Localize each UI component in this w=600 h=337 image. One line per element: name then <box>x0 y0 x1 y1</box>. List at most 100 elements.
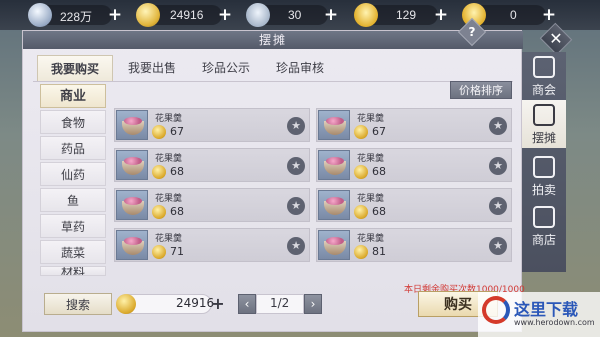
currency-value: 24916 <box>170 8 204 22</box>
item-name: 花果羹 <box>357 194 385 204</box>
close-icon[interactable]: ✕ <box>544 27 568 51</box>
item-price: 68 <box>372 165 386 178</box>
tab-treasure-public[interactable]: 珍品公示 <box>191 55 261 81</box>
add-money-button[interactable]: + <box>210 296 226 312</box>
side-item-label: 商店 <box>531 233 556 247</box>
item-price: 71 <box>170 245 184 258</box>
item-name: 花果羹 <box>155 194 183 204</box>
prev-page-button[interactable]: ‹ <box>238 294 256 314</box>
currency-gold: 24916 + <box>136 3 232 27</box>
item-name: 花果羹 <box>155 154 183 164</box>
gold-coin-icon <box>152 125 166 139</box>
add-gold-ingot-button[interactable]: + <box>432 6 450 24</box>
category-item[interactable]: 蔬菜 <box>40 240 106 264</box>
food-thumbnail <box>116 110 148 140</box>
list-item[interactable]: 花果羹 67 ★ <box>316 108 512 142</box>
list-item[interactable]: 花果羹 68 ★ <box>114 148 310 182</box>
money-value: 24916 <box>176 296 215 310</box>
item-name: 花果羹 <box>357 114 385 124</box>
watermark-url: www.herodown.com <box>514 318 595 327</box>
star-icon[interactable]: ★ <box>489 117 507 135</box>
currency-silver-ingot: 30 + <box>246 3 338 27</box>
item-price: 67 <box>170 125 184 138</box>
list-item[interactable]: 花果羹 68 ★ <box>114 188 310 222</box>
panel-title: 摆摊 <box>23 31 523 49</box>
gold-coin-icon <box>136 3 160 27</box>
category-header[interactable]: 商业 <box>40 84 106 108</box>
category-item[interactable]: 药品 <box>40 136 106 160</box>
list-item[interactable]: 花果羹 81 ★ <box>316 228 512 262</box>
category-item[interactable]: 材料 <box>40 266 106 276</box>
gold-coin-icon <box>152 245 166 259</box>
gold-coin-icon <box>354 125 368 139</box>
add-gold-ingot-small-button[interactable]: + <box>540 6 558 24</box>
side-item-label: 摆摊 <box>531 131 556 145</box>
star-icon[interactable]: ★ <box>287 237 305 255</box>
add-gold-button[interactable]: + <box>216 6 234 24</box>
currency-value: 0 <box>510 8 517 22</box>
currency-silver: 228万 + <box>28 3 122 27</box>
silver-coin-icon <box>28 3 52 27</box>
item-price: 68 <box>170 205 184 218</box>
item-name: 花果羹 <box>357 234 385 244</box>
category-item[interactable]: 仙药 <box>40 162 106 186</box>
category-item[interactable]: 鱼 <box>40 188 106 212</box>
gold-coin-icon <box>354 165 368 179</box>
help-icon[interactable]: ? <box>462 22 482 42</box>
item-name: 花果羹 <box>155 114 183 124</box>
page-number: 1/2 <box>270 296 290 310</box>
item-price: 68 <box>372 205 386 218</box>
food-thumbnail <box>116 230 148 260</box>
stall-icon <box>533 104 555 126</box>
add-silver-button[interactable]: + <box>106 6 124 24</box>
search-button[interactable]: 搜索 <box>44 293 112 315</box>
gold-coin-icon <box>152 165 166 179</box>
watermark-logo-icon <box>482 296 510 324</box>
gold-coin-icon <box>354 245 368 259</box>
currency-value: 30 <box>288 8 302 22</box>
tab-divider <box>33 81 513 82</box>
currency-value: 228万 <box>60 10 93 24</box>
list-item[interactable]: 花果羹 68 ★ <box>316 148 512 182</box>
gold-coin-icon <box>116 294 136 314</box>
list-item[interactable]: 花果羹 67 ★ <box>114 108 310 142</box>
star-icon[interactable]: ★ <box>489 237 507 255</box>
item-price: 67 <box>372 125 386 138</box>
item-name: 花果羹 <box>155 234 183 244</box>
tab-treasure-review[interactable]: 珍品审核 <box>265 55 335 81</box>
side-item-label: 拍卖 <box>531 183 556 197</box>
food-thumbnail <box>318 190 350 220</box>
add-silver-ingot-button[interactable]: + <box>322 6 340 24</box>
item-price: 81 <box>372 245 386 258</box>
shop-icon <box>533 206 555 228</box>
list-item[interactable]: 花果羹 68 ★ <box>316 188 512 222</box>
star-icon[interactable]: ★ <box>287 117 305 135</box>
side-item-auction[interactable]: 拍卖 <box>522 152 566 200</box>
side-item-guild[interactable]: 商会 <box>522 52 566 100</box>
guild-icon <box>533 56 555 78</box>
side-item-stall[interactable]: 摆摊 <box>522 100 566 148</box>
list-item[interactable]: 花果羹 71 ★ <box>114 228 310 262</box>
gold-coin-icon <box>152 205 166 219</box>
star-icon[interactable]: ★ <box>287 157 305 175</box>
food-thumbnail <box>318 110 350 140</box>
food-thumbnail <box>318 150 350 180</box>
star-icon[interactable]: ★ <box>287 197 305 215</box>
gold-coin-icon <box>354 205 368 219</box>
category-item[interactable]: 食物 <box>40 110 106 134</box>
side-item-label: 商会 <box>531 83 556 97</box>
currency-gold-ingot: 129 + <box>354 3 448 27</box>
side-item-shop[interactable]: 商店 <box>522 202 566 250</box>
category-item[interactable]: 草药 <box>40 214 106 238</box>
tab-buy[interactable]: 我要购买 <box>37 55 113 81</box>
price-sort-button[interactable]: 价格排序 <box>450 81 512 99</box>
item-price: 68 <box>170 165 184 178</box>
watermark-text: 这里下载 <box>514 300 579 319</box>
star-icon[interactable]: ★ <box>489 197 507 215</box>
gold-ingot-icon <box>354 3 378 27</box>
star-icon[interactable]: ★ <box>489 157 507 175</box>
food-thumbnail <box>318 230 350 260</box>
tab-sell[interactable]: 我要出售 <box>117 55 187 81</box>
item-name: 花果羹 <box>357 154 385 164</box>
next-page-button[interactable]: › <box>304 294 322 314</box>
